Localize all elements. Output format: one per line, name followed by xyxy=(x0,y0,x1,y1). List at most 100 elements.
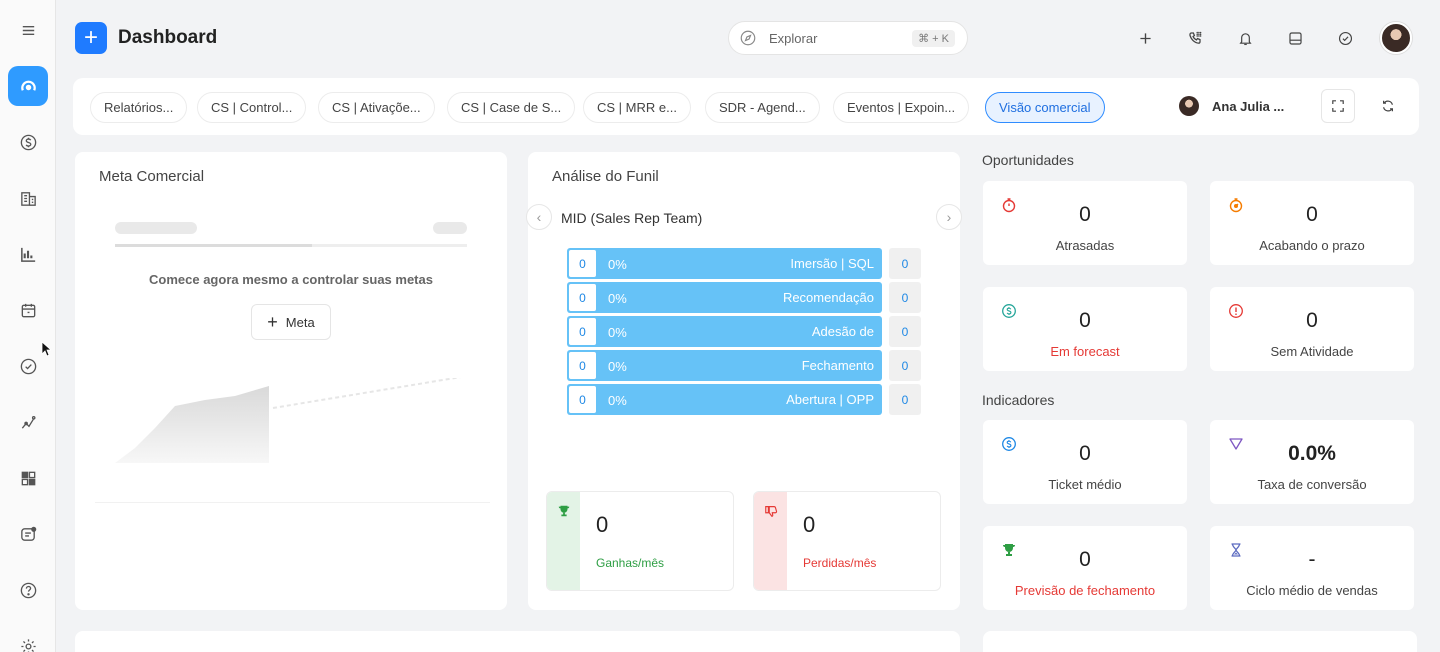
plus-icon: + xyxy=(267,312,278,332)
refresh-button[interactable] xyxy=(1371,89,1405,123)
stat-ciclo-medio[interactable]: - Ciclo médio de vendas xyxy=(1210,526,1414,610)
stat-label: Em forecast xyxy=(1050,344,1120,359)
fullscreen-button[interactable] xyxy=(1321,89,1355,123)
stat-sem-atividade[interactable]: 0 Sem Atividade xyxy=(1210,287,1414,371)
trophy-icon xyxy=(558,505,570,517)
stat-em-forecast[interactable]: 0 Em forecast xyxy=(983,287,1187,371)
stage-percent: 0% xyxy=(608,257,627,272)
task-check-icon[interactable] xyxy=(1333,26,1357,50)
thumbs-down-icon xyxy=(765,506,778,517)
bell-icon[interactable] xyxy=(1233,26,1257,50)
help-nav-icon[interactable] xyxy=(8,570,48,610)
search-placeholder: Explorar xyxy=(769,30,818,46)
bottom-card xyxy=(75,631,960,652)
tab-cs-ativacoes[interactable]: CS | Ativaçõe... xyxy=(318,92,435,123)
dollar-nav-icon[interactable] xyxy=(8,122,48,162)
next-team-button[interactable]: › xyxy=(936,204,962,230)
prev-team-button[interactable]: ‹ xyxy=(526,204,552,230)
skeleton-bar xyxy=(433,222,467,234)
user-filter-chip[interactable]: Ana Julia ... xyxy=(1179,96,1284,116)
dashboard-nav-icon[interactable] xyxy=(8,66,48,106)
stat-label: Sem Atividade xyxy=(1270,344,1354,359)
stage-name: Recomendação xyxy=(782,290,874,305)
user-chip-name: Ana Julia ... xyxy=(1212,98,1285,114)
stage-percent: 0% xyxy=(608,291,627,306)
funnel-stage-row[interactable]: 0 0% Abertura | OPP xyxy=(567,384,882,415)
placeholder-chart-graphic xyxy=(115,378,462,463)
stat-label: Ticket médio xyxy=(1048,477,1122,492)
stage-count: 0 xyxy=(569,318,596,345)
won-label: Ganhas/mês xyxy=(596,556,665,570)
tab-cs-mrr[interactable]: CS | MRR e... xyxy=(583,92,691,123)
meta-comercial-card: Meta Comercial Comece agora mesmo a cont… xyxy=(75,152,507,610)
stat-label: Ciclo médio de vendas xyxy=(1246,583,1378,598)
refresh-icon xyxy=(1383,100,1393,112)
stat-label: Taxa de conversão xyxy=(1257,477,1367,492)
stat-value: 0 xyxy=(1306,203,1318,226)
funnel-title: Análise do Funil xyxy=(552,168,659,185)
lost-label: Perdidas/mês xyxy=(803,556,877,570)
user-avatar[interactable] xyxy=(1380,22,1412,54)
stage-side-count: 0 xyxy=(889,384,921,415)
stat-ticket-medio[interactable]: 0 Ticket médio xyxy=(983,420,1187,504)
expand-icon xyxy=(1332,100,1344,112)
top-header: + Dashboard Explorar ⌘ + K xyxy=(56,0,1440,76)
add-icon[interactable] xyxy=(1133,26,1157,50)
stage-count: 0 xyxy=(569,284,596,311)
tab-cs-controle[interactable]: CS | Control... xyxy=(197,92,307,123)
stat-value: 0 xyxy=(1079,309,1091,332)
tab-sdr-agendamentos[interactable]: SDR - Agend... xyxy=(705,92,820,123)
stage-percent: 0% xyxy=(608,359,627,374)
chat-badge-nav-icon[interactable] xyxy=(8,514,48,554)
divider xyxy=(95,502,490,503)
user-chip-avatar xyxy=(1179,96,1199,116)
stage-count: 0 xyxy=(569,352,596,379)
stage-side-count: 0 xyxy=(889,350,921,381)
stat-value: 0.0% xyxy=(1288,442,1336,465)
stat-previsao-fechamento[interactable]: 0 Previsão de fechamento xyxy=(983,526,1187,610)
add-meta-button[interactable]: + Meta xyxy=(251,304,331,340)
search-bar[interactable]: Explorar ⌘ + K xyxy=(728,21,968,55)
phone-icon[interactable] xyxy=(1183,26,1207,50)
building-nav-icon[interactable] xyxy=(8,178,48,218)
tab-cs-case[interactable]: CS | Case de S... xyxy=(447,92,576,123)
meta-comercial-title: Meta Comercial xyxy=(99,168,205,185)
chart-nav-icon[interactable] xyxy=(8,234,48,274)
stat-value: 0 xyxy=(1079,548,1091,571)
page-title: Dashboard xyxy=(118,27,218,48)
stat-value: 0 xyxy=(1079,203,1091,226)
stage-percent: 0% xyxy=(608,393,627,408)
stage-name: Imersão | SQL xyxy=(790,256,874,271)
dashboard-tabs-bar: Relatórios... CS | Control... CS | Ativa… xyxy=(73,78,1419,135)
trend-nav-icon[interactable] xyxy=(8,402,48,442)
bottom-card xyxy=(983,631,1417,652)
tab-eventos-expoin[interactable]: Eventos | Expoin... xyxy=(833,92,970,123)
stat-taxa-conversao[interactable]: 0.0% Taxa de conversão xyxy=(1210,420,1414,504)
stage-name: Fechamento xyxy=(801,358,874,373)
tab-visao-comercial[interactable]: Visão comercial xyxy=(985,92,1105,123)
won-card[interactable]: 0 Ganhas/mês xyxy=(546,491,734,591)
funnel-stage-row[interactable]: 0 0% Imersão | SQL xyxy=(567,248,882,279)
stat-value: - xyxy=(1308,548,1316,571)
funnel-stage-row[interactable]: 0 0% Fechamento xyxy=(567,350,882,381)
stat-atrasadas[interactable]: 0 Atrasadas xyxy=(983,181,1187,265)
won-value: 0 xyxy=(596,512,609,537)
stage-side-count: 0 xyxy=(889,316,921,347)
inbox-icon[interactable] xyxy=(1283,26,1307,50)
funnel-analysis-card: Análise do Funil ‹ MID (Sales Rep Team) … xyxy=(526,152,962,610)
stat-label: Atrasadas xyxy=(1055,238,1115,253)
funnel-stage-row[interactable]: 0 0% Adesão de xyxy=(567,316,882,347)
stat-acabando-prazo[interactable]: 0 Acabando o prazo xyxy=(1210,181,1414,265)
new-plus-button[interactable]: + xyxy=(75,22,107,54)
stat-value: 0 xyxy=(1306,309,1318,332)
settings-nav-icon[interactable] xyxy=(8,626,48,652)
stage-name: Adesão de xyxy=(811,324,874,339)
lost-card[interactable]: 0 Perdidas/mês xyxy=(753,491,941,591)
funnel-stage-row[interactable]: 0 0% Recomendação xyxy=(567,282,882,313)
stat-value: 0 xyxy=(1079,442,1091,465)
widgets-nav-icon[interactable] xyxy=(8,458,48,498)
calendar-nav-icon[interactable] xyxy=(8,290,48,330)
tab-relatorios[interactable]: Relatórios... xyxy=(90,92,188,123)
menu-icon[interactable] xyxy=(8,10,48,50)
sidebar xyxy=(0,0,56,652)
